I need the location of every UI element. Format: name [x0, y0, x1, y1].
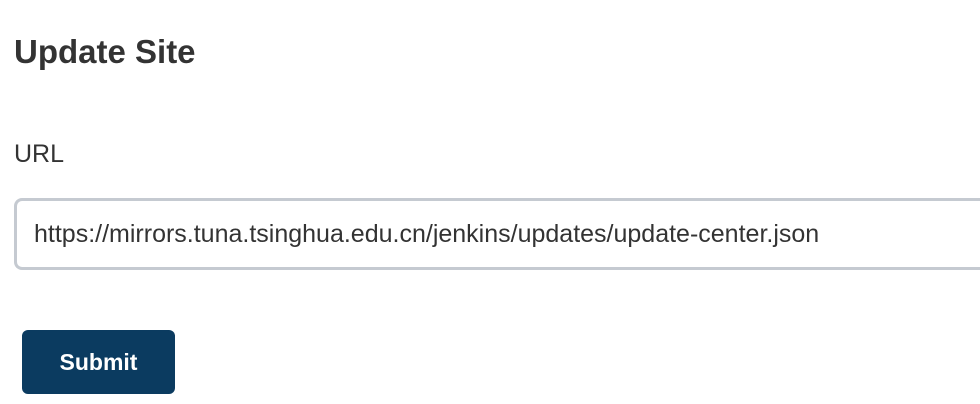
submit-button[interactable]: Submit	[22, 330, 175, 394]
section-title: Update Site	[14, 33, 196, 70]
url-label: URL	[14, 140, 65, 168]
url-input[interactable]	[14, 198, 980, 270]
update-site-page: Update Site URL Submit	[0, 0, 980, 404]
